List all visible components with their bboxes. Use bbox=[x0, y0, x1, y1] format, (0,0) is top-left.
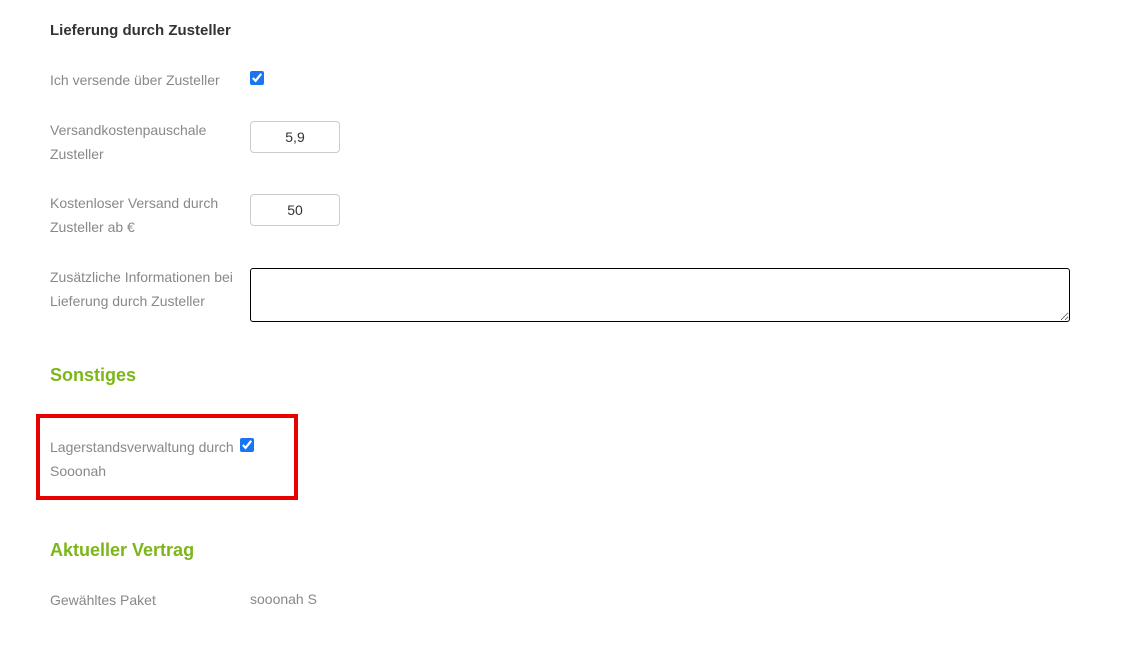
highlight-stock-mgmt: Lagerstandsverwaltung durch Sooonah bbox=[36, 414, 298, 500]
checkbox-ship-via-courier[interactable] bbox=[250, 71, 264, 85]
row-flat-rate: Versandkostenpauschale Zusteller bbox=[50, 119, 1121, 167]
textarea-additional-info[interactable] bbox=[250, 268, 1070, 322]
label-additional-info: Zusätzliche Informationen bei Lieferung … bbox=[50, 266, 250, 314]
row-free-shipping: Kostenloser Versand durch Zusteller ab € bbox=[50, 192, 1121, 240]
section-title-delivery: Lieferung durch Zusteller bbox=[50, 20, 1121, 41]
row-package: Gewähltes Paket sooonah S bbox=[50, 589, 1121, 613]
section-title-contract: Aktueller Vertrag bbox=[50, 540, 1121, 561]
row-stock-mgmt: Lagerstandsverwaltung durch Sooonah bbox=[50, 436, 284, 484]
input-flat-rate[interactable] bbox=[250, 121, 340, 153]
label-package: Gewähltes Paket bbox=[50, 589, 250, 613]
value-package: sooonah S bbox=[250, 589, 317, 607]
checkbox-stock-mgmt[interactable] bbox=[240, 438, 254, 452]
row-ship-via-courier: Ich versende über Zusteller bbox=[50, 69, 1121, 93]
label-flat-rate: Versandkostenpauschale Zusteller bbox=[50, 119, 250, 167]
label-free-shipping: Kostenloser Versand durch Zusteller ab € bbox=[50, 192, 250, 240]
label-ship-via-courier: Ich versende über Zusteller bbox=[50, 69, 250, 93]
input-free-shipping[interactable] bbox=[250, 194, 340, 226]
row-additional-info: Zusätzliche Informationen bei Lieferung … bbox=[50, 266, 1121, 325]
label-stock-mgmt: Lagerstandsverwaltung durch Sooonah bbox=[50, 436, 240, 484]
section-title-misc: Sonstiges bbox=[50, 365, 1121, 386]
